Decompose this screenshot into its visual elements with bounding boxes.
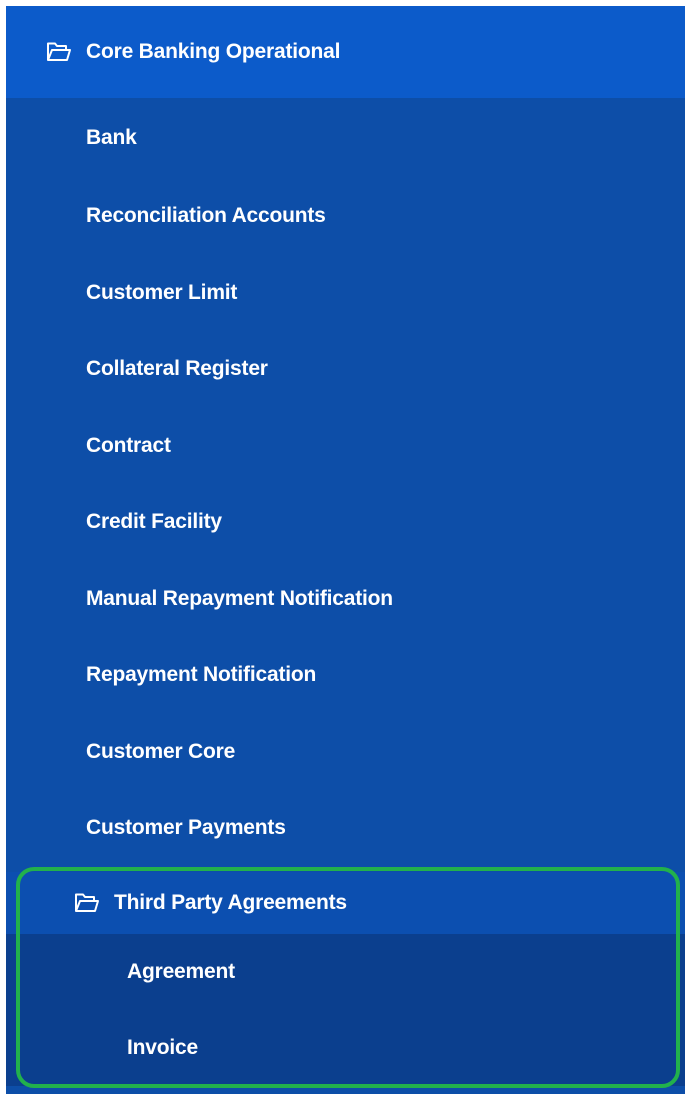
nav-item-label: Contract (86, 433, 171, 457)
folder-open-icon (74, 892, 100, 914)
nav-item-customer-payments[interactable]: Customer Payments (6, 790, 685, 867)
nav-item-label: Manual Repayment Notification (86, 586, 393, 610)
nav-subgroup-label: Third Party Agreements (114, 890, 347, 914)
folder-open-icon (46, 41, 72, 63)
nav-item-label: Customer Payments (86, 816, 286, 840)
nav-item-reconciliation-accounts[interactable]: Reconciliation Accounts (6, 178, 685, 255)
nav-item-label: Reconciliation Accounts (86, 204, 326, 228)
nav-item-contract[interactable]: Contract (6, 408, 685, 485)
nav-item-label: Collateral Register (86, 357, 268, 381)
nav-item-collateral-register[interactable]: Collateral Register (6, 331, 685, 408)
nav-item-bank[interactable]: Bank (6, 98, 685, 178)
nav-subitem-invoice[interactable]: Invoice (6, 1010, 685, 1086)
nav-item-label: Customer Limit (86, 280, 238, 304)
nav-subgroup-items: Agreement Invoice (6, 933, 685, 1086)
nav-subitem-agreement[interactable]: Agreement (6, 934, 685, 1010)
nav-item-label: Bank (86, 126, 137, 149)
nav-subgroup-header[interactable]: Third Party Agreements (6, 871, 685, 934)
nav-item-manual-repayment-notification[interactable]: Manual Repayment Notification (6, 561, 685, 638)
nav-item-customer-limit[interactable]: Customer Limit (6, 255, 685, 332)
nav-item-label: Credit Facility (86, 510, 222, 534)
nav-item-label: Repayment Notification (86, 663, 317, 687)
sidebar-nav: Core Banking Operational Bank Reconcilia… (6, 6, 685, 1094)
nav-group-label: Core Banking Operational (86, 40, 341, 63)
nav-item-customer-core[interactable]: Customer Core (6, 714, 685, 791)
nav-group-core-banking-operational[interactable]: Core Banking Operational (6, 6, 685, 98)
nav-item-credit-facility[interactable]: Credit Facility (6, 484, 685, 561)
nav-subgroup-third-party-agreements: Third Party Agreements Agreement Invoice (6, 871, 685, 1086)
nav-item-label: Invoice (127, 1035, 198, 1059)
nav-item-repayment-notification[interactable]: Repayment Notification (6, 637, 685, 714)
nav-item-label: Agreement (127, 959, 235, 983)
nav-item-label: Customer Core (86, 739, 236, 763)
